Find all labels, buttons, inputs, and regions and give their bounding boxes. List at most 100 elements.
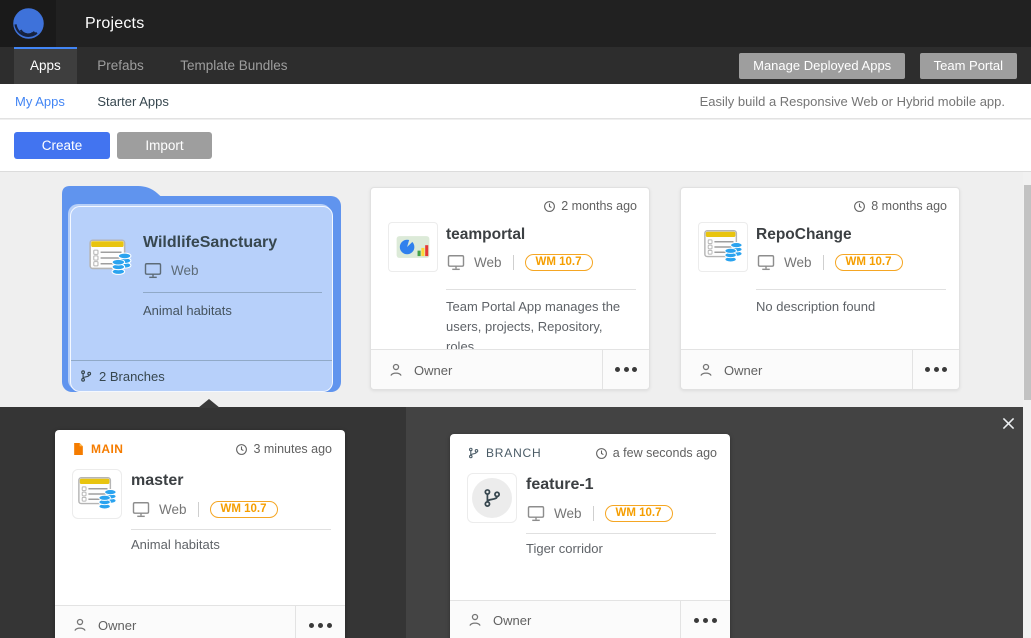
tag-row: BRANCH a few seconds ago — [467, 446, 717, 460]
owner-row: Owner — [466, 601, 531, 638]
tab-prefabs[interactable]: Prefabs — [81, 47, 160, 84]
platform-row: Web WM 10.7 — [131, 499, 278, 519]
card-menu-button[interactable] — [680, 601, 730, 638]
project-name: RepoChange — [756, 226, 852, 244]
scrollbar-thumb[interactable] — [1024, 185, 1031, 400]
card-footer: Owner — [681, 349, 959, 389]
card-menu-button[interactable] — [295, 606, 345, 638]
owner-label: Owner — [493, 613, 531, 628]
version-badge: WM 10.7 — [835, 254, 903, 271]
import-button[interactable]: Import — [117, 132, 212, 159]
card-footer: Owner — [450, 600, 730, 638]
create-button[interactable]: Create — [14, 132, 110, 159]
monitor-icon — [756, 252, 776, 272]
updated-time: 2 months ago — [543, 199, 637, 213]
version-badge: WM 10.7 — [605, 505, 673, 522]
platform-label: Web — [474, 255, 502, 270]
platform-row: Web WM 10.7 — [526, 503, 673, 523]
branch-card-feature-1[interactable]: BRANCH a few seconds ago feature-1 — [450, 434, 730, 638]
divider — [526, 533, 716, 534]
team-portal-button[interactable]: Team Portal — [920, 53, 1017, 79]
branch-name: feature-1 — [526, 476, 594, 494]
divider — [593, 506, 594, 521]
person-icon — [387, 361, 405, 379]
divider — [823, 255, 824, 270]
branch-card-master[interactable]: MAIN 3 minutes ago — [55, 430, 345, 638]
projects-screen: Projects Apps Prefabs Template Bundles M… — [0, 0, 1031, 638]
card-menu-button[interactable] — [912, 350, 959, 389]
ellipsis-icon — [923, 367, 949, 372]
divider — [513, 255, 514, 270]
divider — [756, 289, 946, 290]
platform-row: Web WM 10.7 — [756, 252, 903, 272]
monitor-icon — [446, 252, 466, 272]
version-badge: WM 10.7 — [525, 254, 593, 271]
ellipsis-icon — [308, 623, 334, 628]
app-logo[interactable] — [0, 0, 56, 47]
project-description: Team Portal App manages the users, proje… — [446, 297, 641, 357]
branch-icon — [467, 446, 480, 460]
project-description: No description found — [756, 297, 951, 317]
monitor-icon — [143, 260, 163, 280]
branch-name: master — [131, 472, 183, 490]
card-menu-button[interactable] — [602, 350, 649, 389]
action-bar: Create Import — [0, 120, 1031, 172]
main-tag: MAIN — [72, 442, 123, 456]
ellipsis-icon — [613, 367, 639, 372]
monitor-icon — [526, 503, 546, 523]
platform-row: Web WM 10.7 — [446, 252, 593, 272]
file-icon — [72, 442, 85, 456]
panel-pointer-notch — [198, 399, 220, 408]
updated-time: 8 months ago — [853, 199, 947, 213]
app-icon — [72, 469, 122, 519]
subnav-my-apps[interactable]: My Apps — [15, 84, 65, 119]
app-icon — [388, 222, 438, 272]
tag-row: MAIN 3 minutes ago — [72, 442, 332, 456]
divider — [131, 529, 331, 530]
wavemaker-logo-icon — [10, 5, 47, 42]
page-title: Projects — [85, 0, 144, 47]
platform-label: Web — [554, 506, 582, 521]
clock-icon — [235, 443, 248, 456]
updated-time: 3 minutes ago — [235, 442, 332, 456]
divider — [446, 289, 636, 290]
folder-inner-card[interactable]: WildlifeSanctuary Web Animal habitats 2 … — [70, 206, 333, 392]
branch-icon — [481, 487, 503, 509]
person-icon — [71, 616, 89, 634]
clock-icon — [595, 447, 608, 460]
tab-apps[interactable]: Apps — [14, 47, 77, 84]
person-icon — [466, 611, 484, 629]
updated-time: a few seconds ago — [595, 446, 717, 460]
branch-avatar — [467, 473, 517, 523]
project-card-teamportal[interactable]: 2 months ago teamportal Web WM 10.7 Team… — [370, 187, 650, 390]
owner-label: Owner — [98, 618, 136, 633]
top-bar: Projects — [0, 0, 1031, 47]
ellipsis-icon — [693, 618, 719, 623]
clock-icon — [543, 200, 556, 213]
clock-icon — [853, 200, 866, 213]
project-name: teamportal — [446, 226, 525, 244]
platform-label: Web — [159, 502, 187, 517]
owner-label: Owner — [414, 363, 452, 378]
app-icon — [698, 222, 748, 272]
header-actions: Manage Deployed Apps Team Portal — [729, 53, 1017, 79]
scrollbar-track[interactable] — [1023, 172, 1031, 638]
avatar — [472, 478, 512, 518]
project-card-repochange[interactable]: 8 months ago RepoChange — [680, 187, 960, 390]
platform-row: Web — [143, 260, 199, 280]
tab-template-bundles[interactable]: Template Bundles — [164, 47, 303, 84]
main-tab-bar: Apps Prefabs Template Bundles Manage Dep… — [0, 47, 1031, 84]
version-badge: WM 10.7 — [210, 501, 278, 518]
owner-row: Owner — [71, 606, 136, 638]
close-branch-panel-button[interactable] — [997, 412, 1019, 434]
platform-label: Web — [171, 263, 199, 278]
subnav-starter-apps[interactable]: Starter Apps — [97, 84, 169, 119]
branches-footer[interactable]: 2 Branches — [71, 360, 332, 391]
card-footer: Owner — [55, 605, 345, 638]
project-name: WildlifeSanctuary — [143, 234, 277, 252]
apps-subnav: My Apps Starter Apps Easily build a Resp… — [0, 84, 1031, 119]
divider — [198, 502, 199, 517]
app-icon — [87, 235, 133, 281]
manage-deployed-apps-button[interactable]: Manage Deployed Apps — [739, 53, 905, 79]
platform-label: Web — [784, 255, 812, 270]
